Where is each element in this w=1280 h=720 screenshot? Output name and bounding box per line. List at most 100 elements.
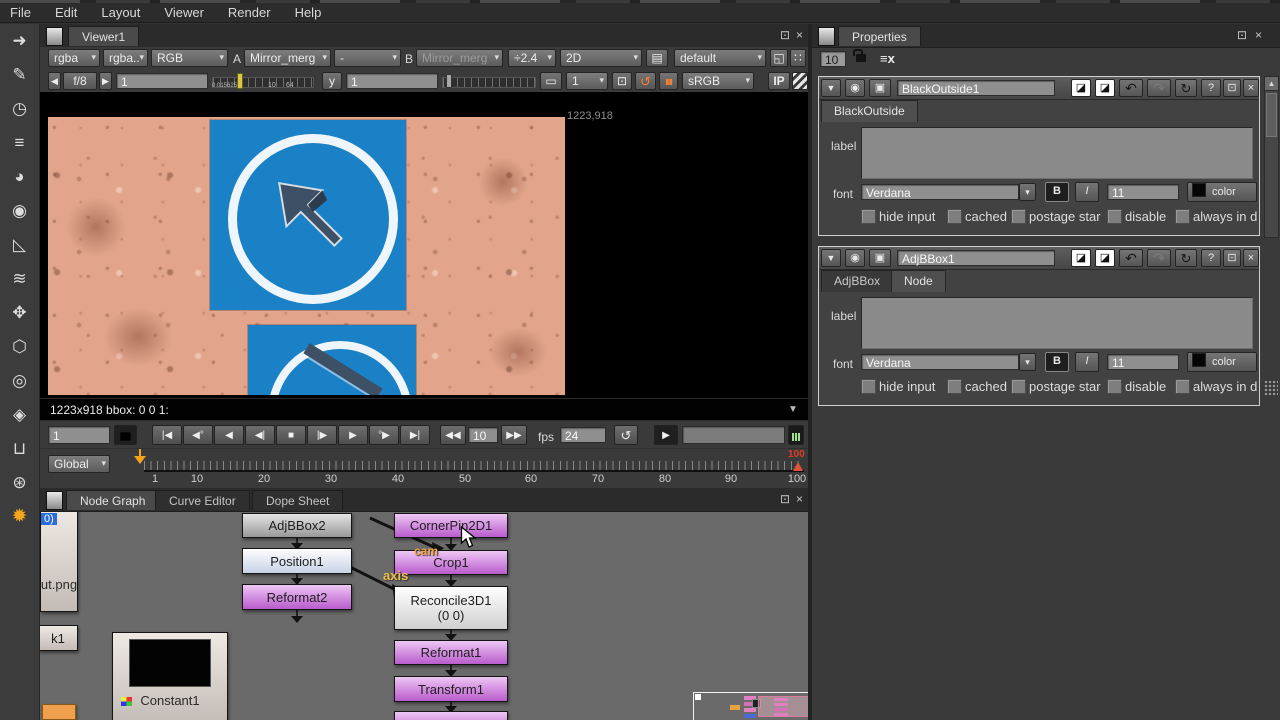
blend-dropdown[interactable]: -	[334, 49, 401, 67]
pane-menu-icon[interactable]	[46, 491, 63, 510]
tab-adjbbox[interactable]: AdjBBox	[821, 270, 894, 292]
properties-scrollbar[interactable]: ▲	[1264, 76, 1279, 238]
goto-end-button[interactable]: ▶|	[400, 425, 430, 445]
channel-mask2-icon[interactable]: ◪	[1095, 249, 1115, 267]
aperture-button[interactable]: f/8	[63, 72, 97, 90]
font-dropdown-arrow[interactable]: ▾	[1019, 183, 1036, 201]
timeline-ruler[interactable]	[144, 461, 804, 472]
redo-icon[interactable]: ↷	[1147, 249, 1171, 267]
menu-render[interactable]: Render	[228, 5, 271, 20]
node-reformat2[interactable]: Reformat2	[242, 584, 352, 610]
b-input-dropdown[interactable]: Mirror_merg	[416, 49, 503, 67]
center-node-icon[interactable]: ◉	[845, 249, 865, 267]
tab-node-graph[interactable]: Node Graph	[66, 490, 160, 510]
color-button[interactable]: color	[1187, 352, 1257, 372]
range-end-marker[interactable]	[793, 457, 803, 471]
close-panel-icon[interactable]: ×	[1243, 249, 1259, 267]
menu-file[interactable]: File	[10, 5, 31, 20]
tab-curve-editor[interactable]: Curve Editor	[155, 490, 250, 510]
node-cornerpin2d1[interactable]: CornerPin2D1	[394, 513, 508, 538]
metadata-icon[interactable]: ◈	[0, 398, 39, 432]
postage-stamp-icon[interactable]: ▣	[869, 249, 891, 267]
nuke-logo-icon[interactable]: ✹	[0, 500, 39, 534]
max-panels-field[interactable]: 10	[820, 51, 846, 67]
pause-icon[interactable]: ▮▮	[659, 72, 678, 90]
color-button[interactable]: color	[1187, 182, 1257, 202]
help-icon[interactable]: ?	[1201, 79, 1221, 97]
node-crop1[interactable]: Crop1	[394, 550, 508, 575]
viewer-image-area[interactable]: 1223,918	[40, 92, 808, 398]
skip-back-button[interactable]: ◀◀	[440, 425, 466, 445]
refresh-icon[interactable]: ↺	[635, 72, 656, 90]
menu-viewer[interactable]: Viewer	[164, 5, 204, 20]
node-position1[interactable]: Position1	[242, 548, 352, 574]
float-pane-icon[interactable]: ⊡	[1237, 28, 1247, 42]
node-k1[interactable]: k1	[40, 625, 78, 651]
cached-checkbox[interactable]	[947, 209, 962, 224]
node-reconcile3d1[interactable]: Reconcile3D1 (0 0)	[394, 586, 508, 630]
prev-keyframe-button[interactable]: ◀°	[183, 425, 213, 445]
postage-stamp-checkbox[interactable]	[1011, 209, 1026, 224]
help-icon[interactable]: ?	[1201, 249, 1221, 267]
gain-slider-handle[interactable]	[237, 73, 243, 89]
float-pane-icon[interactable]: ⊡	[780, 492, 790, 506]
roi-icon[interactable]: ⊡	[612, 72, 632, 90]
info-caret-icon[interactable]: ▼	[788, 399, 798, 421]
italic-button[interactable]: I	[1075, 182, 1099, 202]
a-input-dropdown[interactable]: Mirror_merg	[244, 49, 331, 67]
node-bottom-clipped[interactable]	[394, 711, 508, 720]
font-size-field[interactable]: 11	[1107, 354, 1179, 370]
close-pane-icon[interactable]: ×	[796, 28, 803, 42]
postage-stamp-checkbox[interactable]	[1011, 379, 1026, 394]
center-node-icon[interactable]: ◉	[845, 79, 865, 97]
cache-field[interactable]	[682, 426, 785, 444]
tab-blackoutside[interactable]: BlackOutside	[821, 100, 918, 122]
colorspace-dropdown[interactable]: sRGB	[682, 72, 754, 90]
bold-button[interactable]: B	[1045, 352, 1069, 372]
channel-mask2-icon[interactable]: ◪	[1095, 79, 1115, 97]
node-transform1[interactable]: Transform1	[394, 676, 508, 702]
revert-icon[interactable]: ↻	[1175, 79, 1197, 97]
zoom-fit-icon[interactable]: ◱	[770, 49, 788, 67]
font-size-field[interactable]: 11	[1107, 184, 1179, 200]
image-icon[interactable]: ➜	[0, 24, 39, 58]
menu-edit[interactable]: Edit	[55, 5, 77, 20]
always-in-checkbox[interactable]	[1175, 379, 1190, 394]
3d-icon[interactable]: ⬡	[0, 330, 39, 364]
label-textarea[interactable]	[861, 127, 1253, 179]
stop-button[interactable]: ■	[276, 425, 306, 445]
close-panel-icon[interactable]: ×	[1243, 79, 1259, 97]
undo-icon[interactable]: ↶	[1119, 249, 1143, 267]
merge-icon[interactable]: ≋	[0, 262, 39, 296]
disable-checkbox[interactable]	[1107, 209, 1122, 224]
gloves-icon[interactable]: ▤	[646, 49, 668, 67]
menu-layout[interactable]: Layout	[101, 5, 140, 20]
pane-menu-icon[interactable]	[46, 27, 63, 46]
node-orange-clipped[interactable]	[42, 704, 76, 720]
scroll-up-icon[interactable]: ▲	[1265, 77, 1278, 91]
channels-dropdown[interactable]: rgba	[48, 49, 100, 67]
font-family-field[interactable]: Verdana	[861, 354, 1019, 370]
views-icon[interactable]: ◎	[0, 364, 39, 398]
step-back-button[interactable]: ◀|	[245, 425, 275, 445]
play-forward-button[interactable]: ▶	[338, 425, 368, 445]
frame-range-dropdown[interactable]: Global	[48, 455, 110, 473]
tab-properties[interactable]: Properties	[838, 26, 921, 46]
float-panel-icon[interactable]: ⊡	[1223, 249, 1241, 267]
node-graph-canvas[interactable]: 0) ut.png k1 AdjBBox2 Position1 Reformat…	[40, 512, 808, 720]
node-read[interactable]: 0) ut.png	[40, 512, 78, 612]
checker-icon[interactable]	[792, 72, 808, 90]
playback-mode-icon[interactable]: ↺	[614, 425, 638, 445]
node-name-field[interactable]: BlackOutside1	[897, 80, 1055, 96]
postage-stamp-icon[interactable]: ▣	[869, 79, 891, 97]
channel-icon[interactable]: ≡	[0, 126, 39, 160]
flipbook-icon[interactable]: ▶	[654, 425, 678, 445]
step-forward-button[interactable]: |▶	[307, 425, 337, 445]
time-icon[interactable]: ◷	[0, 92, 39, 126]
gamma-slider[interactable]	[442, 77, 536, 88]
transform-icon[interactable]: ✥	[0, 296, 39, 330]
italic-button[interactable]: I	[1075, 352, 1099, 372]
other-icon[interactable]: ⊛	[0, 466, 39, 500]
gamma-toggle-button[interactable]: y	[322, 72, 342, 90]
filter-icon[interactable]: ◉	[0, 194, 39, 228]
